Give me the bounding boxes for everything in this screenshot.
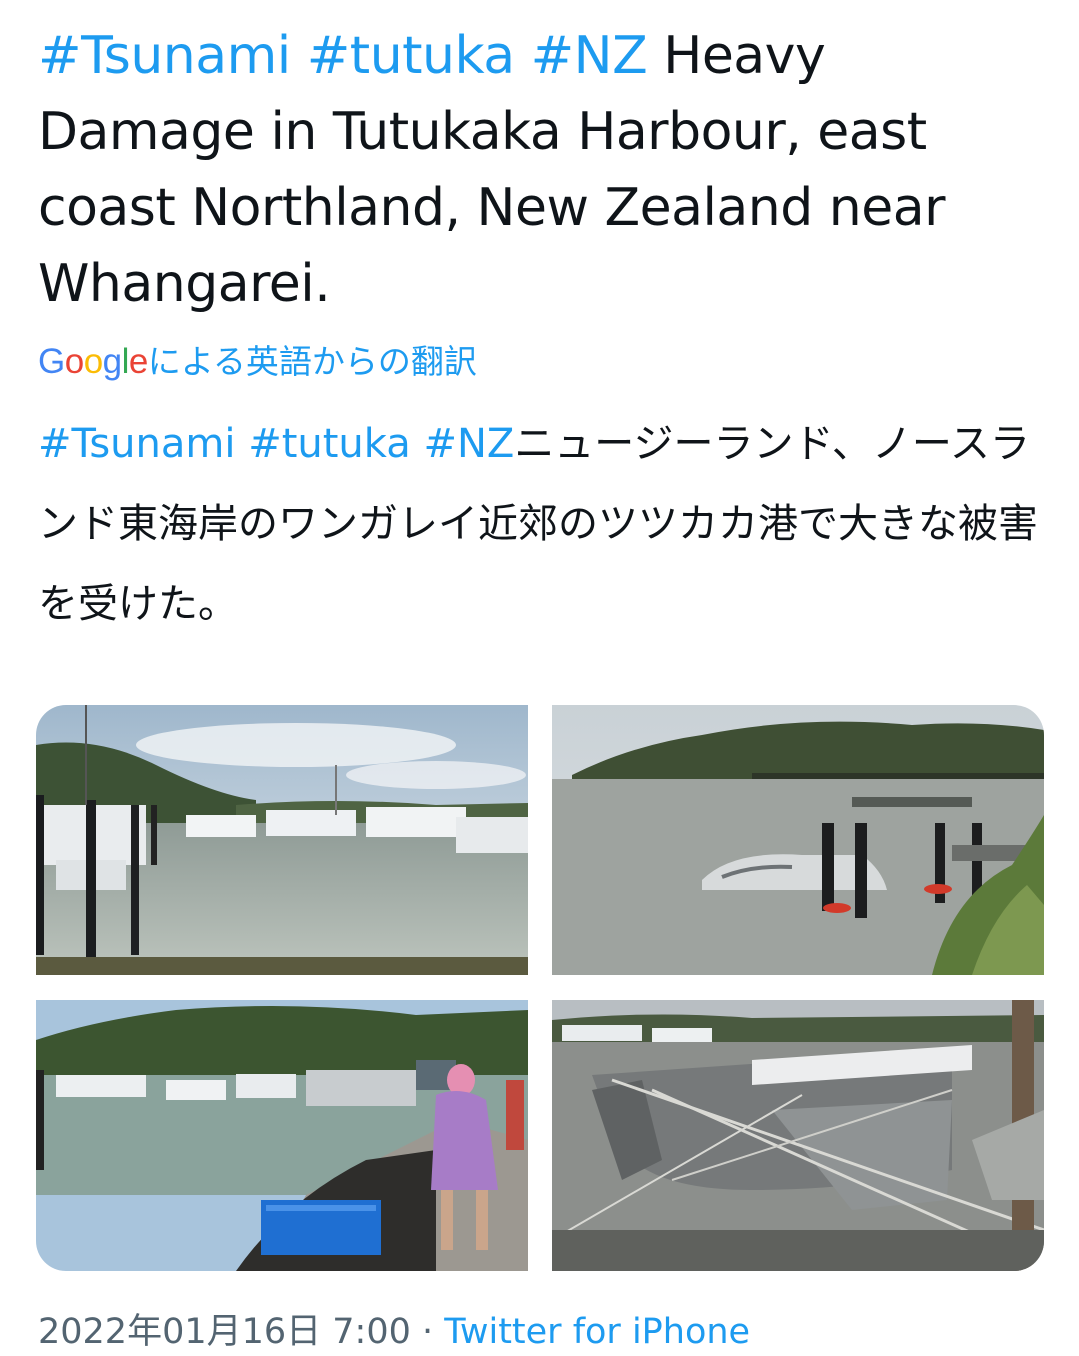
people-on-shore-photo[interactable]	[36, 1000, 528, 1271]
marina-boats-photo[interactable]	[36, 705, 528, 975]
hashtag-link[interactable]: #tutuka	[307, 26, 515, 86]
translation-label: による英語からの翻訳	[147, 342, 477, 381]
separator: ·	[410, 1312, 445, 1352]
translation-attribution[interactable]: Googleによる英語からの翻訳	[38, 338, 477, 386]
sunken-boat-photo[interactable]	[552, 705, 1044, 975]
hashtag-link[interactable]: #tutuka	[248, 421, 411, 467]
google-logo: Google	[38, 342, 148, 381]
hashtag-link[interactable]: #Tsunami	[38, 421, 235, 467]
tweet-text: #Tsunami #tutuka #NZ Heavy Damage in Tut…	[38, 18, 1048, 322]
damaged-catamaran-photo[interactable]	[552, 1000, 1044, 1271]
hashtag-link[interactable]: #Tsunami	[38, 26, 291, 86]
hashtag-link[interactable]: #NZ	[531, 26, 648, 86]
source-link[interactable]: Twitter for iPhone	[444, 1312, 750, 1352]
timestamp[interactable]: 2022年01月16日 7:00	[38, 1312, 411, 1352]
hashtag-link[interactable]: #NZ	[423, 421, 514, 467]
tweet-metadata: 2022年01月16日 7:00 · Twitter for iPhone	[38, 1308, 750, 1356]
translated-text: #Tsunami #tutuka #NZニュージーランド、ノースランド東海岸のワ…	[38, 404, 1048, 644]
media-grid	[36, 705, 1044, 1271]
